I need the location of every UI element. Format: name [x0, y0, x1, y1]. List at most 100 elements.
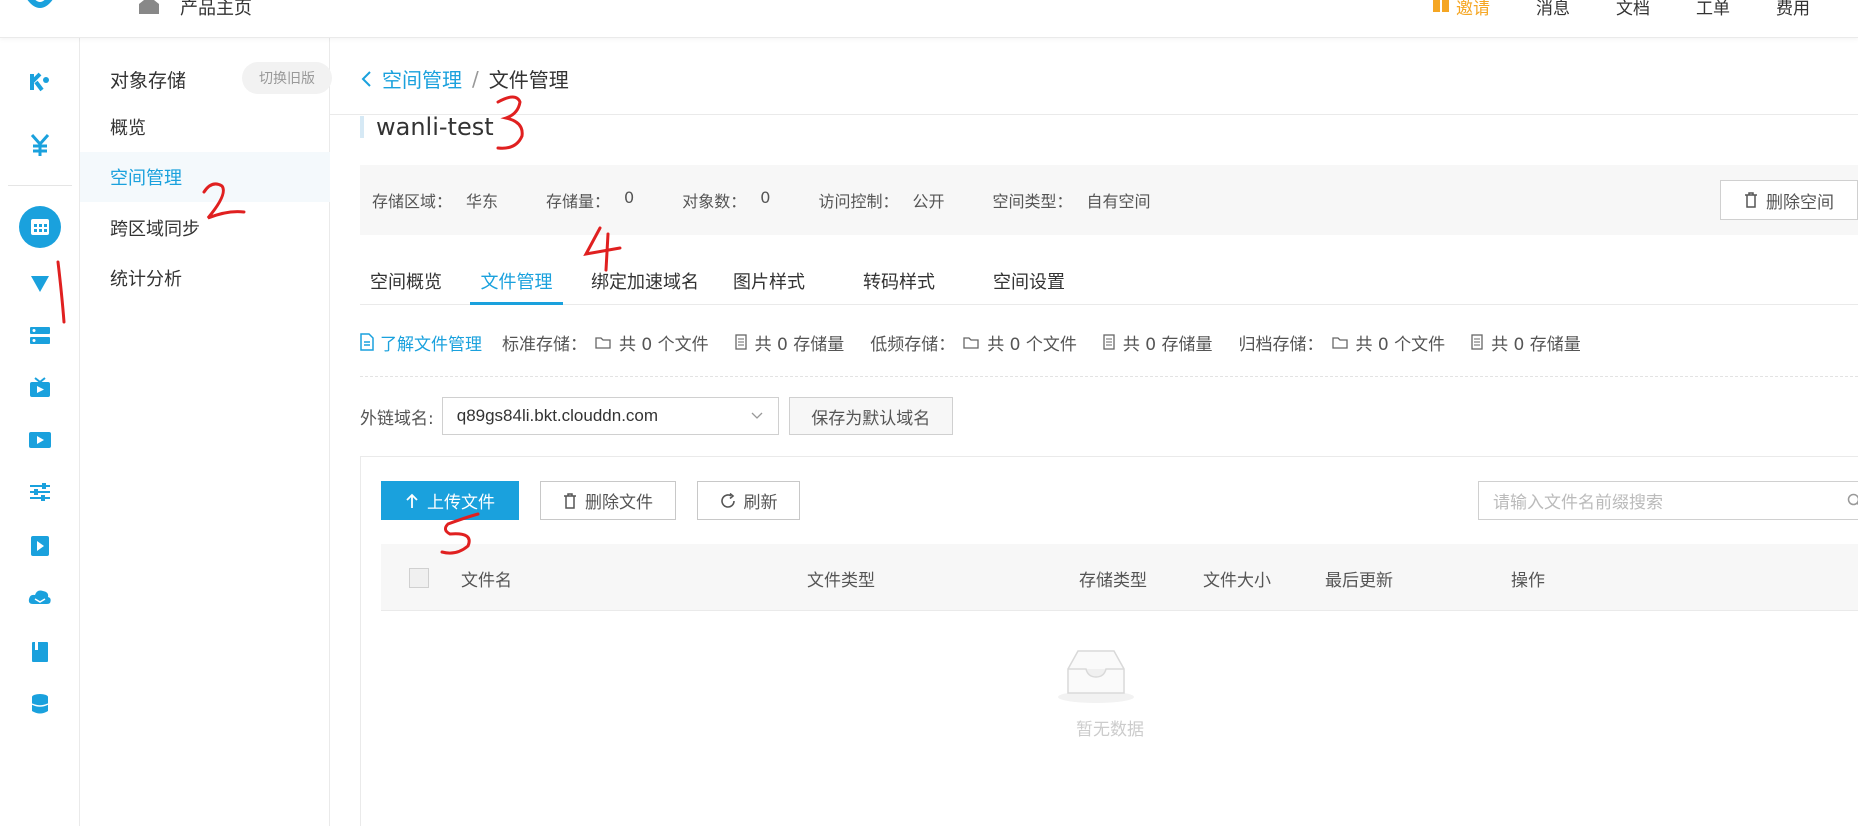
trash-icon: [1745, 192, 1757, 208]
standard-storage-size: 共 0 存储量: [734, 330, 845, 355]
storage-bar-icon: [1103, 334, 1115, 350]
tab-bucket-settings[interactable]: 空间设置: [990, 260, 1068, 305]
info-value: 0: [624, 188, 635, 207]
breadcrumb-separator: /: [472, 66, 479, 91]
tab-label: 空间设置: [993, 272, 1065, 293]
empty-text: 暂无数据: [1076, 720, 1144, 740]
archive-file-count: 共 0 个文件: [1331, 330, 1446, 355]
breadcrumb-current: 文件管理: [488, 68, 569, 92]
book-icon[interactable]: [20, 632, 60, 672]
column-header-storage-type[interactable]: 存储类型: [1079, 566, 1147, 591]
storage-bar-icon: [1471, 334, 1483, 350]
search-placeholder: 请输入文件名前缀搜索: [1493, 493, 1663, 513]
tickets-link[interactable]: 工单: [1696, 0, 1730, 19]
messages-link[interactable]: 消息: [1536, 0, 1570, 19]
info-value: 华东: [466, 192, 499, 211]
home-icon: [139, 0, 159, 14]
cloud-mail-icon[interactable]: [20, 578, 60, 618]
tab-label: 图片样式: [733, 272, 805, 293]
column-header-filename[interactable]: 文件名: [461, 566, 512, 591]
storage-size-text: 共 0 存储量: [754, 334, 845, 355]
file-count-text: 共 0 个文件: [987, 334, 1077, 355]
column-header-file-size[interactable]: 文件大小: [1203, 566, 1271, 591]
product-sidebar: 对象存储 切换旧版 概览 空间管理 跨区域同步 统计分析: [80, 38, 332, 826]
domain-value: q89gs84li.bkt.clouddn.com: [456, 406, 659, 425]
empty-inbox-icon: [1058, 650, 1134, 703]
infrequent-storage-size: 共 0 存储量: [1103, 330, 1213, 355]
folder-icon: [595, 336, 611, 349]
annotation-5: 5: [440, 512, 480, 555]
breadcrumb: 空间管理 / 文件管理: [360, 64, 569, 93]
column-header-actions: 操作: [1511, 571, 1545, 591]
chevron-down-icon: [751, 412, 763, 419]
back-chevron-icon[interactable]: [360, 70, 372, 88]
section-divider: [360, 376, 1858, 377]
top-bar: 产品主页 邀请 消息 文档 工单 费用: [0, 0, 1858, 38]
breadcrumb-parent-link[interactable]: 空间管理: [382, 64, 462, 93]
database-icon[interactable]: [20, 684, 60, 724]
breadcrumb-bar: 空间管理 / 文件管理: [330, 38, 1858, 115]
billing-icon[interactable]: [20, 125, 60, 165]
sidebar-title: 对象存储: [110, 70, 187, 92]
tab-transcode-style[interactable]: 转码样式: [860, 260, 938, 305]
domain-row: 外链域名: q89gs84li.bkt.clouddn.com 保存为默认域名: [360, 397, 953, 435]
domain-label: 外链域名:: [360, 408, 434, 429]
file-count-text: 共 0 个文件: [1355, 334, 1446, 355]
standard-file-count: 共 0 个文件: [595, 330, 709, 355]
switch-old-version-button[interactable]: 切换旧版: [242, 62, 332, 94]
settings-sliders-icon[interactable]: [20, 472, 60, 512]
storage-size-text: 共 0 存储量: [1491, 334, 1581, 355]
refresh-button[interactable]: 刷新: [697, 481, 800, 520]
archive-storage-size: 共 0 存储量: [1471, 330, 1581, 355]
sidebar-item-statistics[interactable]: 统计分析: [80, 253, 330, 303]
learn-file-management-link[interactable]: 了解文件管理: [360, 330, 482, 355]
info-value: 0: [760, 188, 771, 207]
player-icon[interactable]: [20, 526, 60, 566]
file-count-text: 共 0 个文件: [619, 334, 709, 355]
tab-bucket-overview[interactable]: 空间概览: [360, 260, 452, 305]
storage-app-icon[interactable]: [19, 206, 61, 248]
info-value: 公开: [912, 192, 945, 211]
product-home-link[interactable]: 产品主页: [180, 0, 252, 20]
arrow-up-icon: [406, 493, 418, 508]
gift-icon: [1433, 0, 1449, 12]
delete-file-label: 删除文件: [585, 493, 653, 513]
table-header: 文件名 文件类型 存储类型 文件大小 最后更新 操作: [381, 544, 1858, 611]
live-icon[interactable]: [20, 368, 60, 408]
search-icon[interactable]: [1847, 493, 1858, 509]
tab-image-style[interactable]: 图片样式: [730, 260, 808, 305]
standard-storage-label: 标准存储：: [502, 334, 587, 355]
sidebar-item-overview[interactable]: 概览: [80, 102, 330, 152]
delete-space-button[interactable]: 删除空间: [1720, 180, 1858, 220]
tab-file-management[interactable]: 文件管理: [470, 260, 563, 305]
column-header-last-updated[interactable]: 最后更新: [1325, 566, 1393, 591]
docs-link[interactable]: 文档: [1616, 0, 1650, 19]
file-search-input[interactable]: 请输入文件名前缀搜索: [1478, 481, 1858, 520]
sidebar-item-label: 统计分析: [110, 269, 182, 290]
logo-icon[interactable]: [18, 0, 62, 20]
icon-rail: [0, 38, 80, 826]
domain-select[interactable]: q89gs84li.bkt.clouddn.com: [441, 397, 779, 435]
column-header-file-type[interactable]: 文件类型: [807, 566, 875, 591]
media-icon[interactable]: [20, 420, 60, 460]
info-access: 访问控制： 公开: [818, 188, 944, 212]
billing-link[interactable]: 费用: [1776, 0, 1810, 19]
info-label: 空间类型：: [992, 192, 1073, 211]
refresh-label: 刷新: [743, 493, 778, 513]
kodo-icon[interactable]: [20, 62, 60, 102]
trash-icon: [564, 492, 576, 509]
sidebar-item-label: 概览: [110, 118, 146, 139]
delete-space-label: 删除空间: [1766, 192, 1834, 213]
delete-file-button[interactable]: 删除文件: [540, 481, 676, 520]
info-label: 存储区域：: [372, 192, 453, 211]
sidebar-item-label: 空间管理: [110, 168, 182, 189]
file-panel: 上传文件 删除文件 刷新 请输入文件名前缀搜索 文件名 文件类型 存储类型 文件…: [360, 456, 1858, 826]
tab-label: 转码样式: [863, 272, 935, 293]
select-all-checkbox[interactable]: [409, 568, 429, 588]
document-icon: [360, 333, 374, 351]
info-region: 存储区域： 华东: [372, 188, 498, 212]
info-label: 对象数：: [682, 192, 747, 211]
save-default-domain-button[interactable]: 保存为默认域名: [788, 397, 953, 435]
invite-link[interactable]: 邀请: [1456, 0, 1490, 19]
storage-stats-row: 了解文件管理 标准存储： 共 0 个文件 共 0 存储量 低频存储： 共 0 个…: [360, 322, 1607, 362]
